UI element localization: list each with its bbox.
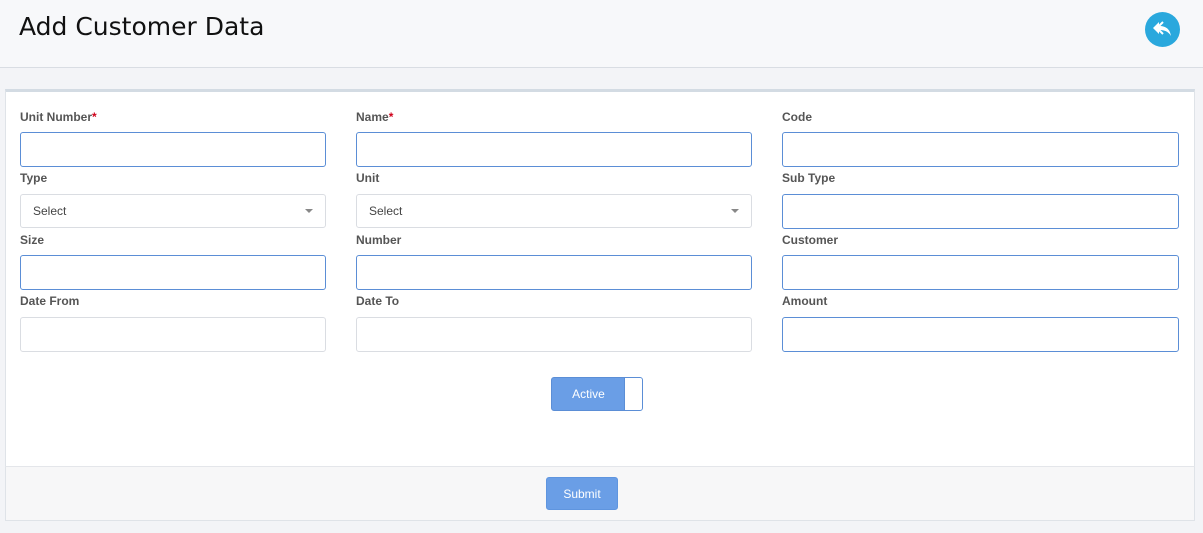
unit-select[interactable]: Select — [356, 194, 752, 228]
unit-number-input[interactable] — [20, 132, 326, 167]
number-label: Number — [356, 233, 402, 247]
unit-label: Unit — [356, 171, 380, 185]
date-to-label: Date To — [356, 294, 400, 308]
reply-icon — [1152, 20, 1171, 36]
size-label: Size — [20, 233, 45, 247]
amount-label: Amount — [782, 294, 828, 308]
chevron-down-icon — [305, 209, 313, 213]
name-label: Name* — [356, 110, 394, 124]
name-input[interactable] — [356, 132, 752, 167]
type-select[interactable]: Select — [20, 194, 326, 228]
back-button[interactable] — [1145, 12, 1180, 47]
date-from-label: Date From — [20, 294, 80, 308]
active-toggle[interactable]: Active — [551, 377, 643, 411]
number-input[interactable] — [356, 255, 752, 290]
unit-number-label: Unit Number* — [20, 110, 97, 124]
customer-input[interactable] — [782, 255, 1179, 290]
sub-type-input[interactable] — [782, 194, 1179, 229]
type-select-value: Select — [33, 204, 67, 218]
sub-type-label: Sub Type — [782, 171, 836, 185]
page-header: Add Customer Data — [0, 0, 1203, 68]
date-from-input[interactable] — [20, 317, 326, 352]
toggle-knob — [624, 378, 642, 410]
size-input[interactable] — [20, 255, 326, 290]
submit-button[interactable]: Submit — [546, 477, 618, 510]
chevron-down-icon — [731, 209, 739, 213]
code-label: Code — [782, 110, 812, 124]
unit-select-value: Select — [369, 204, 403, 218]
amount-input[interactable] — [782, 317, 1179, 352]
page-title: Add Customer Data — [19, 12, 265, 41]
code-input[interactable] — [782, 132, 1179, 167]
customer-label: Customer — [782, 233, 839, 247]
type-label: Type — [20, 171, 48, 185]
date-to-input[interactable] — [356, 317, 752, 352]
active-toggle-label: Active — [572, 387, 605, 401]
